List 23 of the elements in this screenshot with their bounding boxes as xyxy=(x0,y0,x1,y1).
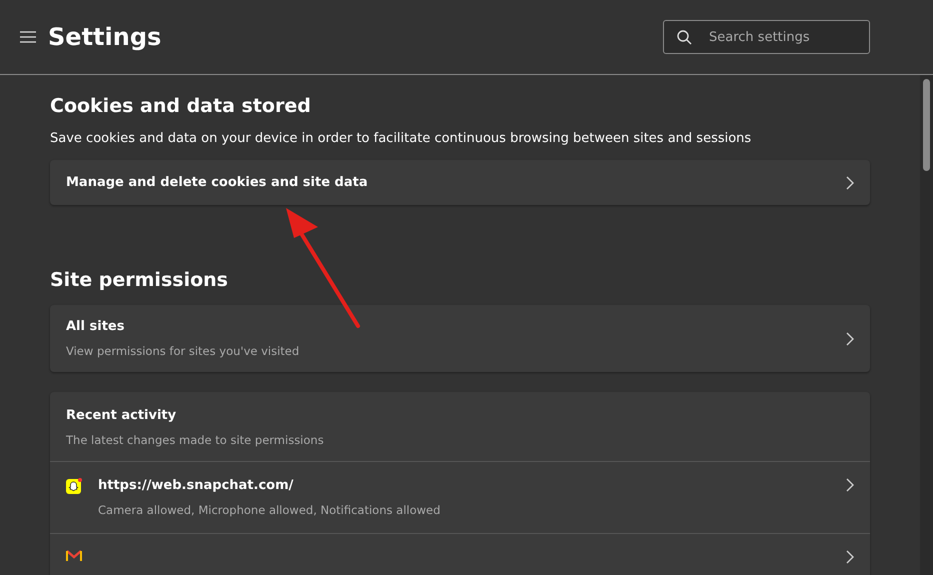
row-title: Recent activity xyxy=(66,408,178,423)
search-field[interactable]: Search settings xyxy=(663,20,870,54)
site-permissions: Camera allowed, Microphone allowed, Notifications allowed xyxy=(98,503,442,517)
site-url: https://web.snapchat.com/ xyxy=(98,478,294,493)
chevron-right-icon xyxy=(846,176,854,190)
section-heading: Cookies and data stored xyxy=(50,95,312,117)
scrollbar[interactable] xyxy=(920,75,933,575)
row-title: All sites xyxy=(66,319,126,334)
search-icon xyxy=(677,30,692,45)
site-row[interactable]: https://web.snapchat.com/ Camera allowed, Microphone allowed, Notifications allowed xyxy=(50,462,870,534)
all-sites-link[interactable]: All sites View permissions for sites you've visited xyxy=(50,305,870,372)
menu-icon[interactable] xyxy=(20,31,36,43)
row-subtitle: View permissions for sites you've visited xyxy=(66,344,300,358)
section-heading: Site permissions xyxy=(50,269,229,291)
ghost-icon xyxy=(66,478,82,494)
page-title: Settings xyxy=(48,23,162,51)
row-subtitle: The latest changes made to site permissions xyxy=(66,433,325,447)
envelope-icon xyxy=(66,550,82,562)
manage-cookies-link[interactable]: Manage and delete cookies and site data xyxy=(50,160,870,205)
chevron-right-icon xyxy=(846,550,854,564)
chevron-right-icon xyxy=(846,478,854,492)
section-description: Save cookies and data on your device in order to facilitate continuous browsing between sites and sessions xyxy=(50,131,752,146)
chevron-right-icon xyxy=(846,332,854,346)
